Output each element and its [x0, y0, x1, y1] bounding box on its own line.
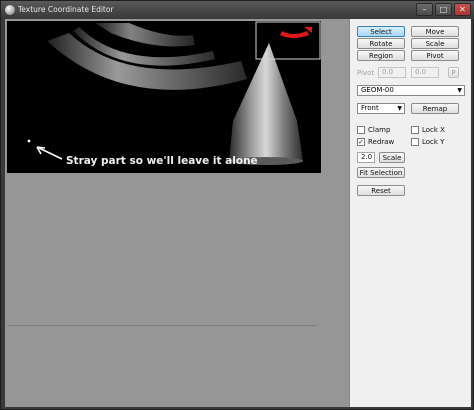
chevron-down-icon: ▼	[457, 87, 462, 94]
clamp-label: Clamp	[368, 126, 391, 134]
redraw-checkbox[interactable]: ✓	[357, 138, 365, 146]
close-button[interactable]: ✕	[454, 3, 471, 16]
pivot-x-field[interactable]: 0.0	[378, 67, 406, 78]
stray-uv-point	[27, 139, 31, 143]
window-title: Texture Coordinate Editor	[18, 5, 114, 14]
geometry-select-value: GEOM-00	[361, 86, 394, 94]
move-button[interactable]: Move	[411, 26, 459, 37]
view-select[interactable]: Front ▼	[357, 103, 405, 114]
reset-button[interactable]: Reset	[357, 185, 405, 196]
fit-selection-button[interactable]: Fit Selection	[357, 167, 405, 178]
remap-button[interactable]: Remap	[411, 103, 459, 114]
pivot-label: Pivot	[357, 69, 375, 77]
view-select-value: Front	[361, 104, 379, 112]
client-area: Stray part so we'll leave it alone Selec…	[5, 19, 471, 407]
scale-value-field[interactable]: 2.0	[357, 152, 375, 163]
redraw-label: Redraw	[368, 138, 395, 146]
region-button[interactable]: Region	[357, 50, 405, 61]
maximize-button[interactable]: □	[435, 3, 452, 16]
select-button[interactable]: Select	[357, 26, 405, 37]
uv-cone	[229, 43, 303, 161]
texture-viewport[interactable]: Stray part so we'll leave it alone	[7, 21, 321, 173]
lock-y-label: Lock Y	[422, 138, 445, 146]
title-bar[interactable]: Texture Coordinate Editor – □ ✕	[1, 1, 474, 19]
tool-panel: Select Move Rotate Scale Region Pivot Pi…	[349, 19, 471, 407]
pivot-button[interactable]: Pivot	[411, 50, 459, 61]
texture-coordinate-editor-window: Texture Coordinate Editor – □ ✕ Stray pa…	[0, 0, 474, 410]
pivot-y-field[interactable]: 0.0	[411, 67, 439, 78]
chevron-down-icon: ▼	[397, 105, 402, 112]
scale-tool-button[interactable]: Scale	[411, 38, 459, 49]
rotate-button[interactable]: Rotate	[357, 38, 405, 49]
uv-wedge	[95, 23, 195, 47]
texture-preview	[27, 21, 321, 165]
clamp-checkbox[interactable]	[357, 126, 365, 134]
app-icon	[5, 5, 15, 15]
annotation-text: Stray part so we'll leave it alone	[66, 155, 258, 167]
lock-x-checkbox[interactable]	[411, 126, 419, 134]
divider-line	[7, 325, 317, 326]
scale-apply-button[interactable]: Scale	[379, 152, 405, 163]
geometry-select[interactable]: GEOM-00 ▼	[357, 85, 465, 96]
lock-y-checkbox[interactable]	[411, 138, 419, 146]
selected-uv-part	[280, 31, 309, 38]
pivot-p-button[interactable]: P	[448, 67, 459, 78]
lock-x-label: Lock X	[422, 126, 445, 134]
minimize-button[interactable]: –	[416, 3, 433, 16]
